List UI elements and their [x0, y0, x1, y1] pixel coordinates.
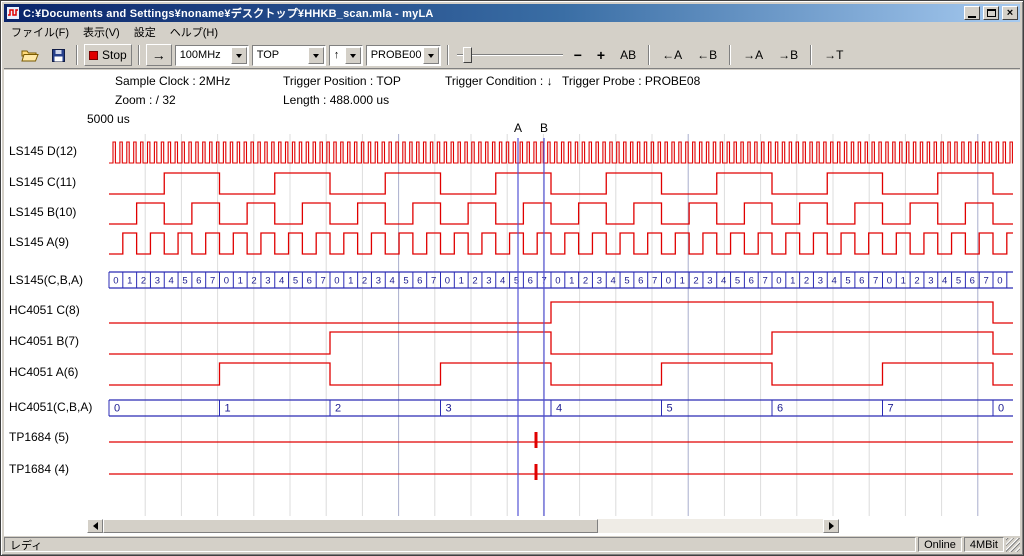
length-info: Length : 488.000 us — [283, 93, 389, 107]
svg-text:7: 7 — [888, 403, 894, 415]
svg-text:7: 7 — [983, 276, 988, 287]
channel-label-tp1684-5: TP1684 (5) — [9, 430, 109, 444]
svg-text:6: 6 — [777, 403, 783, 415]
svg-text:0: 0 — [997, 276, 1002, 287]
triangle-left-icon — [89, 522, 98, 530]
time-scale-label: 5000 us — [87, 112, 130, 126]
svg-text:2: 2 — [335, 403, 341, 415]
svg-text:6: 6 — [970, 276, 975, 287]
svg-text:6: 6 — [196, 276, 201, 287]
channel-label-ls145-d: LS145 D(12) — [9, 144, 109, 158]
svg-text:5: 5 — [293, 276, 298, 287]
channel-label-ls145-c: LS145 C(11) — [9, 175, 109, 189]
channel-label-ls145-bus: LS145(C,B,A) — [9, 273, 109, 287]
scroll-right-button[interactable] — [823, 519, 839, 533]
channel-label-hc4051-bus: HC4051(C,B,A) — [9, 400, 109, 414]
svg-text:7: 7 — [762, 276, 767, 287]
svg-text:0: 0 — [224, 276, 229, 287]
svg-text:1: 1 — [569, 276, 574, 287]
svg-text:4: 4 — [500, 276, 505, 287]
svg-text:4: 4 — [390, 276, 395, 287]
channel-label-hc4051-c: HC4051 C(8) — [9, 303, 109, 317]
scrollbar-thumb[interactable] — [103, 519, 598, 533]
svg-text:2: 2 — [141, 276, 146, 287]
trigger-position-info: Trigger Position : TOP — [283, 74, 401, 88]
svg-text:2: 2 — [583, 276, 588, 287]
svg-text:0: 0 — [776, 276, 781, 287]
svg-text:0: 0 — [666, 276, 671, 287]
channel-label-ls145-a: LS145 A(9) — [9, 235, 109, 249]
svg-text:5: 5 — [182, 276, 187, 287]
svg-text:4: 4 — [942, 276, 947, 287]
svg-text:2: 2 — [362, 276, 367, 287]
svg-text:7: 7 — [873, 276, 878, 287]
channel-label-hc4051-a: HC4051 A(6) — [9, 365, 109, 379]
svg-text:6: 6 — [859, 276, 864, 287]
trigger-condition-info: Trigger Condition : ↓ — [445, 74, 553, 88]
svg-text:4: 4 — [169, 276, 174, 287]
svg-text:3: 3 — [597, 276, 602, 287]
svg-text:1: 1 — [790, 276, 795, 287]
svg-text:0: 0 — [887, 276, 892, 287]
sample-clock-info: Sample Clock : 2MHz — [115, 74, 230, 88]
svg-text:4: 4 — [279, 276, 284, 287]
svg-text:6: 6 — [749, 276, 754, 287]
horizontal-scrollbar[interactable] — [87, 519, 839, 533]
svg-text:0: 0 — [555, 276, 560, 287]
svg-text:B: B — [540, 121, 548, 135]
channel-label-tp1684-4: TP1684 (4) — [9, 462, 109, 476]
svg-text:3: 3 — [486, 276, 491, 287]
svg-text:3: 3 — [265, 276, 270, 287]
svg-text:4: 4 — [556, 403, 562, 415]
svg-text:3: 3 — [446, 403, 452, 415]
svg-text:0: 0 — [445, 276, 450, 287]
svg-text:3: 3 — [707, 276, 712, 287]
svg-text:5: 5 — [735, 276, 740, 287]
svg-text:3: 3 — [818, 276, 823, 287]
svg-text:7: 7 — [652, 276, 657, 287]
svg-text:2: 2 — [693, 276, 698, 287]
svg-text:7: 7 — [431, 276, 436, 287]
svg-text:7: 7 — [320, 276, 325, 287]
app-window: C:¥Documents and Settings¥noname¥デスクトップ¥… — [0, 0, 1024, 556]
svg-text:6: 6 — [307, 276, 312, 287]
svg-text:3: 3 — [928, 276, 933, 287]
svg-text:1: 1 — [680, 276, 685, 287]
svg-text:4: 4 — [832, 276, 837, 287]
svg-text:1: 1 — [225, 403, 231, 415]
svg-text:5: 5 — [956, 276, 961, 287]
scroll-left-button[interactable] — [87, 519, 103, 533]
svg-text:1: 1 — [459, 276, 464, 287]
svg-text:6: 6 — [638, 276, 643, 287]
triangle-right-icon — [829, 522, 838, 530]
channel-label-hc4051-b: HC4051 B(7) — [9, 334, 109, 348]
svg-text:1: 1 — [348, 276, 353, 287]
svg-text:5: 5 — [403, 276, 408, 287]
svg-text:1: 1 — [238, 276, 243, 287]
svg-text:0: 0 — [998, 403, 1004, 415]
svg-text:5: 5 — [845, 276, 850, 287]
svg-text:5: 5 — [624, 276, 629, 287]
svg-text:2: 2 — [914, 276, 919, 287]
zoom-info: Zoom : / 32 — [115, 93, 176, 107]
svg-text:6: 6 — [417, 276, 422, 287]
svg-text:3: 3 — [376, 276, 381, 287]
svg-text:4: 4 — [721, 276, 726, 287]
svg-text:2: 2 — [251, 276, 256, 287]
svg-text:4: 4 — [611, 276, 616, 287]
svg-text:0: 0 — [334, 276, 339, 287]
channel-label-ls145-b: LS145 B(10) — [9, 205, 109, 219]
svg-text:0: 0 — [113, 276, 118, 287]
svg-text:1: 1 — [901, 276, 906, 287]
svg-text:3: 3 — [155, 276, 160, 287]
svg-text:7: 7 — [210, 276, 215, 287]
svg-text:0: 0 — [114, 403, 120, 415]
trigger-probe-info: Trigger Probe : PROBE08 — [562, 74, 700, 88]
svg-text:5: 5 — [667, 403, 673, 415]
svg-text:2: 2 — [472, 276, 477, 287]
svg-text:A: A — [514, 121, 522, 135]
svg-text:2: 2 — [804, 276, 809, 287]
svg-text:1: 1 — [127, 276, 132, 287]
svg-text:6: 6 — [528, 276, 533, 287]
